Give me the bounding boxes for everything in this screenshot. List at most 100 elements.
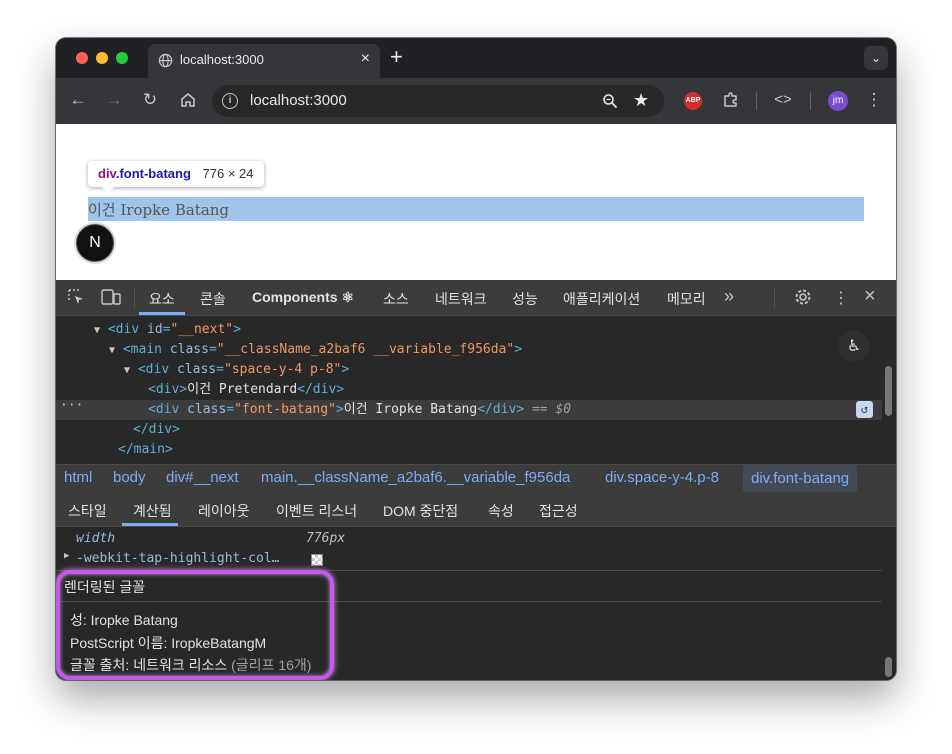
tab-memory[interactable]: 메모리 xyxy=(667,289,706,309)
expand-triangle-icon[interactable]: ▶ xyxy=(64,551,69,561)
tooltip-size: 776 × 24 xyxy=(202,166,254,181)
tag: </div> xyxy=(297,382,345,397)
tab-accessibility[interactable]: 접근성 xyxy=(539,501,578,521)
close-window-button[interactable] xyxy=(76,52,88,64)
tab-event-listeners[interactable]: 이벤트 리스너 xyxy=(276,501,357,521)
crumb-html[interactable]: html xyxy=(64,469,92,486)
ai-assist-icon[interactable]: ↺ xyxy=(856,401,873,418)
crumb-main[interactable]: main.__className_a2baf6.__variable_f956d… xyxy=(261,469,570,486)
crumb-body[interactable]: body xyxy=(113,469,146,486)
highlighted-text: 이건 Iropke Batang xyxy=(88,201,230,219)
devtools-tabbar: 요소 콘솔 Components ⚛ 소스 네트워크 성능 애플리케이션 메모리… xyxy=(56,280,896,316)
maximize-window-button[interactable] xyxy=(116,52,128,64)
styles-tabbar: 스타일 계산됨 레이아웃 이벤트 리스너 DOM 중단점 속성 접근성 xyxy=(56,492,896,527)
close-devtools-icon[interactable]: × xyxy=(864,285,876,308)
attr: id xyxy=(147,322,163,337)
dom-scrollbar[interactable] xyxy=(882,316,896,464)
browser-window: localhost:3000 × + ⌄ ← → ↻ i localhost:3… xyxy=(56,38,896,680)
address-bar[interactable]: i localhost:3000 ★ xyxy=(212,85,664,117)
home-icon[interactable] xyxy=(177,91,199,109)
toolbar-divider xyxy=(810,92,811,110)
expand-triangle-icon[interactable]: ▼ xyxy=(124,365,130,376)
tab-styles[interactable]: 스타일 xyxy=(68,501,107,521)
forward-arrow-icon[interactable]: → xyxy=(103,90,125,110)
avatar[interactable]: jm xyxy=(828,91,848,111)
back-arrow-icon[interactable]: ← xyxy=(67,90,89,110)
dom-node-next[interactable]: ▼ <div id="__next"> xyxy=(94,320,241,340)
dom-tree: ▼ <div id="__next"> ▼ <main class="__cla… xyxy=(56,316,882,464)
tab-network[interactable]: 네트워크 xyxy=(435,289,487,309)
crumb-div-space[interactable]: div.space-y-4.p-8 xyxy=(605,469,719,486)
annotation-highlight-box xyxy=(56,570,334,680)
dom-node-close-main[interactable]: </main> xyxy=(118,440,173,460)
prop-tap-highlight[interactable]: -webkit-tap-highlight-col… xyxy=(76,551,280,566)
attr: class xyxy=(177,362,217,377)
tab-console[interactable]: 콘솔 xyxy=(200,289,226,309)
dollar-zero: == $0 xyxy=(524,402,572,417)
tab-computed[interactable]: 계산됨 xyxy=(133,501,172,521)
tag: > xyxy=(233,322,241,337)
ellipsis-icon[interactable]: ··· xyxy=(60,396,83,416)
tabbar-divider xyxy=(774,288,775,308)
val: "__next" xyxy=(170,322,234,337)
prop-width-name: width xyxy=(76,531,116,546)
prop-width-value: 776px xyxy=(306,531,346,546)
tab-close-icon[interactable]: × xyxy=(361,50,370,68)
more-tabs-chevron-icon[interactable]: » xyxy=(724,286,734,307)
expand-triangle-icon[interactable]: ▼ xyxy=(109,345,115,356)
reload-icon[interactable]: ↻ xyxy=(139,90,161,110)
tab-performance[interactable]: 성능 xyxy=(512,289,538,309)
styles-scrollbar[interactable] xyxy=(882,527,896,680)
extensions-puzzle-icon[interactable] xyxy=(722,91,740,109)
tab-sources[interactable]: 소스 xyxy=(383,289,409,309)
dom-node-close-div[interactable]: </div> xyxy=(133,420,180,440)
active-tab-indicator xyxy=(139,312,185,315)
text: 이건 Pretendard xyxy=(187,382,298,397)
dom-node-space[interactable]: ▼ <div class="space-y-4 p-8"> xyxy=(124,360,349,380)
site-info-icon[interactable]: i xyxy=(222,93,238,109)
devtools-kebab-icon[interactable]: ⋮ xyxy=(833,288,849,308)
tab-components[interactable]: Components ⚛ xyxy=(252,289,354,306)
zoom-icon[interactable] xyxy=(602,93,618,109)
styles-scroll-thumb[interactable] xyxy=(885,657,892,677)
tag: > xyxy=(514,342,523,357)
inspect-element-icon[interactable] xyxy=(67,288,85,306)
browser-tab[interactable]: localhost:3000 × xyxy=(148,44,380,78)
tab-search-icon[interactable]: ⌄ xyxy=(864,46,888,70)
nextjs-badge[interactable]: N xyxy=(76,224,114,262)
tab-layout[interactable]: 레이아웃 xyxy=(198,501,250,521)
breadcrumb: html body div#__next main.__className_a2… xyxy=(56,464,896,493)
code-icon[interactable]: <> xyxy=(772,90,794,110)
tab-application[interactable]: 애플리케이션 xyxy=(563,289,640,309)
color-swatch-icon[interactable] xyxy=(311,554,323,566)
new-tab-icon[interactable]: + xyxy=(390,45,403,69)
crumb-div-font-batang[interactable]: div.font-batang xyxy=(743,465,858,492)
highlighted-element: 이건 Iropke Batang xyxy=(88,197,864,221)
expand-triangle-icon[interactable]: ▼ xyxy=(94,325,100,336)
accessibility-icon[interactable]: ♿ xyxy=(838,330,870,362)
tag: <div> xyxy=(148,382,188,397)
eq: = xyxy=(216,362,224,377)
tag: > xyxy=(335,402,344,417)
adblock-extension-icon[interactable]: ABP xyxy=(684,92,702,110)
tab-elements[interactable]: 요소 xyxy=(149,289,175,309)
gear-icon[interactable] xyxy=(794,288,812,306)
dom-node-pretendard[interactable]: <div>이건 Pretendard</div> xyxy=(148,380,344,400)
tab-strip: localhost:3000 × + ⌄ xyxy=(56,38,896,78)
tag: <div xyxy=(137,362,177,377)
bookmark-star-icon[interactable]: ★ xyxy=(633,90,649,111)
browser-toolbar: ← → ↻ i localhost:3000 ★ ABP <> jm ⋮ xyxy=(56,78,896,124)
dom-node-selected[interactable]: ··· <div class="font-batang">이건 Iropke B… xyxy=(56,398,882,420)
crumb-div-next[interactable]: div#__next xyxy=(166,469,239,486)
tag: </main> xyxy=(118,442,173,457)
device-toolbar-icon[interactable] xyxy=(101,288,121,306)
kebab-menu-icon[interactable]: ⋮ xyxy=(863,90,885,110)
tab-properties[interactable]: 속성 xyxy=(488,501,514,521)
minimize-window-button[interactable] xyxy=(96,52,108,64)
active-subtab-indicator xyxy=(122,523,178,526)
tooltip-tag: div xyxy=(98,166,116,181)
dom-node-main[interactable]: ▼ <main class="__className_a2baf6 __vari… xyxy=(109,340,522,360)
tab-dom-breakpoints[interactable]: DOM 중단점 xyxy=(383,501,458,521)
scroll-thumb[interactable] xyxy=(885,366,892,416)
attr: class xyxy=(169,342,209,357)
